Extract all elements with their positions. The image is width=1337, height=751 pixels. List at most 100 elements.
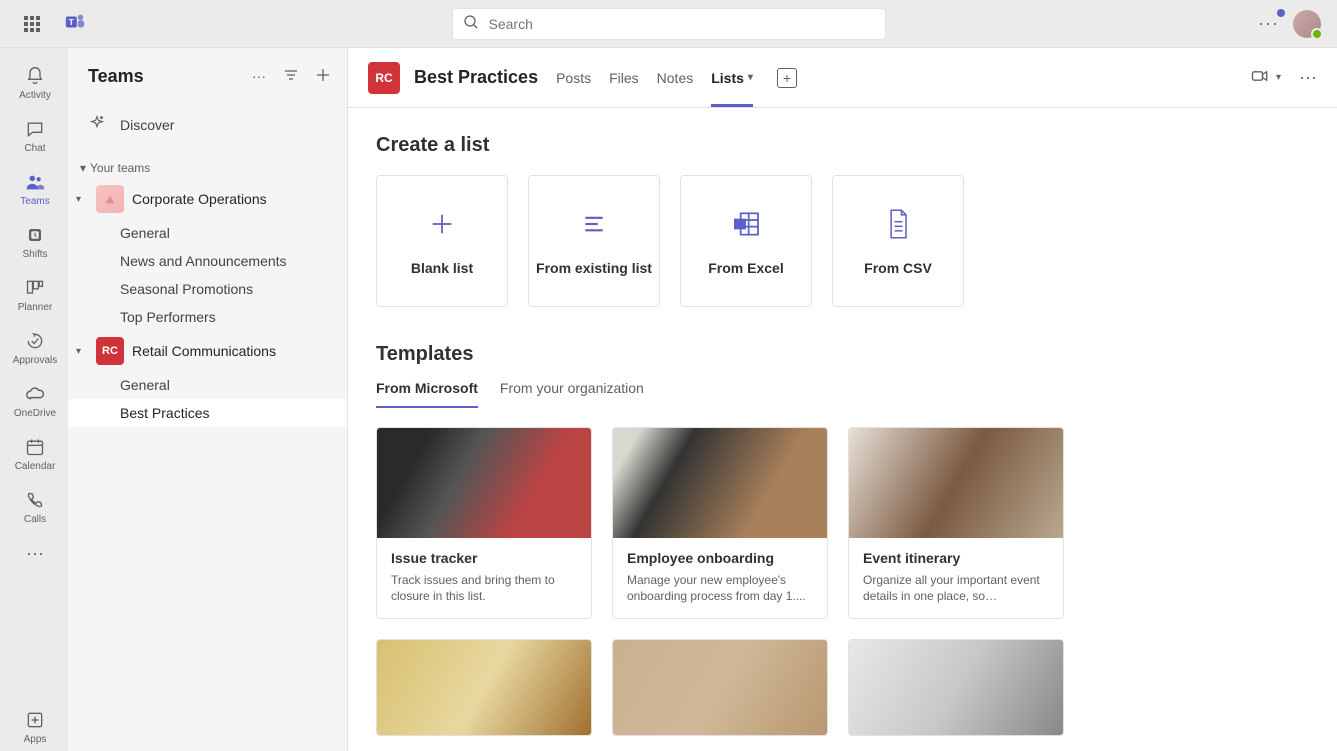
card-label: From CSV [864, 260, 932, 276]
add-tab-button[interactable]: + [777, 68, 797, 88]
create-from-excel[interactable]: X From Excel [680, 175, 812, 307]
template-event-itinerary[interactable]: Event itinerary Organize all your import… [848, 427, 1064, 619]
template-tab-organization[interactable]: From your organization [500, 380, 644, 408]
discover-label: Discover [120, 117, 174, 133]
app-launcher[interactable] [8, 16, 56, 32]
settings-more-button[interactable]: ··· [1258, 13, 1279, 34]
create-blank-list[interactable]: Blank list [376, 175, 508, 307]
rail-label: Chat [24, 143, 45, 154]
rail-teams[interactable]: Teams [0, 162, 68, 213]
template-desc: Organize all your important event detail… [863, 572, 1049, 604]
channel-seasonal-promotions[interactable]: Seasonal Promotions [68, 275, 347, 303]
channel-general[interactable]: General [68, 219, 347, 247]
chevron-down-icon: ▾ [748, 72, 753, 83]
svg-text:T: T [69, 18, 74, 27]
channel-general-2[interactable]: General [68, 371, 347, 399]
rail-apps[interactable]: Apps [0, 700, 68, 751]
plus-icon [424, 206, 460, 242]
notification-dot-icon [1277, 9, 1285, 17]
template-thumbnail [377, 428, 591, 538]
tab-files[interactable]: Files [609, 48, 639, 107]
rail-planner[interactable]: Planner [0, 268, 68, 319]
team-name: Corporate Operations [132, 191, 267, 207]
phone-icon [25, 488, 45, 512]
plus-icon: + [783, 70, 791, 86]
filter-icon [283, 67, 299, 86]
rail-onedrive[interactable]: OneDrive [0, 374, 68, 425]
templates-heading: Templates [376, 343, 1309, 366]
search-input[interactable] [489, 16, 875, 32]
tab-notes[interactable]: Notes [657, 48, 694, 107]
planner-icon [25, 276, 45, 300]
template-tab-microsoft[interactable]: From Microsoft [376, 380, 478, 408]
meet-button[interactable]: ▾ [1250, 66, 1281, 89]
template-thumbnail [613, 428, 827, 538]
template-issue-tracker[interactable]: Issue tracker Track issues and bring the… [376, 427, 592, 619]
approvals-icon [25, 329, 45, 353]
team-retail-communications[interactable]: ▾ RC Retail Communications [68, 331, 347, 371]
channel-news-announcements[interactable]: News and Announcements [68, 247, 347, 275]
clock-icon [26, 223, 44, 247]
template-employee-onboarding[interactable]: Employee onboarding Manage your new empl… [612, 427, 828, 619]
rail-shifts[interactable]: Shifts [0, 215, 68, 266]
channel-top-performers[interactable]: Top Performers [68, 303, 347, 331]
template-thumbnail [849, 428, 1063, 538]
rail-calls[interactable]: Calls [0, 480, 68, 531]
search-box[interactable] [452, 8, 886, 40]
template-desc: Manage your new employee's onboarding pr… [627, 572, 813, 604]
panel-more-button[interactable]: ··· [243, 60, 275, 92]
template-thumbnail [613, 640, 827, 735]
template-desc: Track issues and bring them to closure i… [391, 572, 577, 604]
user-avatar[interactable] [1293, 10, 1321, 38]
create-from-existing-list[interactable]: From existing list [528, 175, 660, 307]
caret-down-icon: ▾ [76, 194, 88, 205]
section-label: Your teams [90, 161, 150, 175]
rail-activity[interactable]: Activity [0, 56, 68, 107]
team-corporate-operations[interactable]: ▾ Corporate Operations [68, 179, 347, 219]
create-team-button[interactable] [307, 60, 339, 92]
template-card-4[interactable] [376, 639, 592, 736]
apps-icon [25, 708, 45, 732]
more-icon: ··· [26, 541, 44, 565]
teams-panel: Teams ··· Discover ▾ Your teams ▾ [68, 48, 348, 751]
rail-calendar[interactable]: Calendar [0, 427, 68, 478]
caret-down-icon: ▾ [76, 346, 88, 357]
tab-posts[interactable]: Posts [556, 48, 591, 107]
tab-lists[interactable]: Lists ▾ [711, 48, 753, 107]
svg-text:X: X [737, 219, 743, 229]
card-label: Blank list [411, 260, 473, 276]
filter-button[interactable] [275, 60, 307, 92]
rail-label: Planner [18, 302, 52, 313]
channel-header: RC Best Practices Posts Files Notes List… [348, 48, 1337, 108]
card-label: From existing list [536, 260, 652, 276]
template-title: Event itinerary [863, 550, 1049, 566]
waffle-icon [24, 16, 40, 32]
create-from-csv[interactable]: From CSV [832, 175, 964, 307]
excel-icon: X [728, 206, 764, 242]
list-icon [576, 206, 612, 242]
bell-icon [25, 64, 45, 88]
template-thumbnail [377, 640, 591, 735]
tab-label: Lists [711, 70, 744, 86]
rail-label: Approvals [13, 355, 57, 366]
teams-logo-icon: T [64, 11, 86, 36]
chat-icon [25, 117, 45, 141]
your-teams-section[interactable]: ▾ Your teams [68, 145, 347, 179]
rail-more[interactable]: ··· [0, 533, 68, 573]
template-card-5[interactable] [612, 639, 828, 736]
team-avatar-icon [96, 185, 124, 213]
rail-approvals[interactable]: Approvals [0, 321, 68, 372]
template-card-6[interactable] [848, 639, 1064, 736]
discover-button[interactable]: Discover [68, 104, 347, 145]
template-title: Issue tracker [391, 550, 577, 566]
channel-more-button[interactable]: ··· [1299, 67, 1317, 88]
team-avatar-icon: RC [96, 337, 124, 365]
app-rail: Activity Chat Teams Shifts Planner Appro… [0, 48, 68, 751]
channel-best-practices[interactable]: Best Practices [68, 399, 347, 427]
people-icon [24, 170, 46, 194]
rail-chat[interactable]: Chat [0, 109, 68, 160]
rail-label: Shifts [22, 249, 47, 260]
sparkle-icon [88, 114, 106, 135]
rail-label: Teams [20, 196, 49, 207]
rail-label: Calendar [15, 461, 56, 472]
